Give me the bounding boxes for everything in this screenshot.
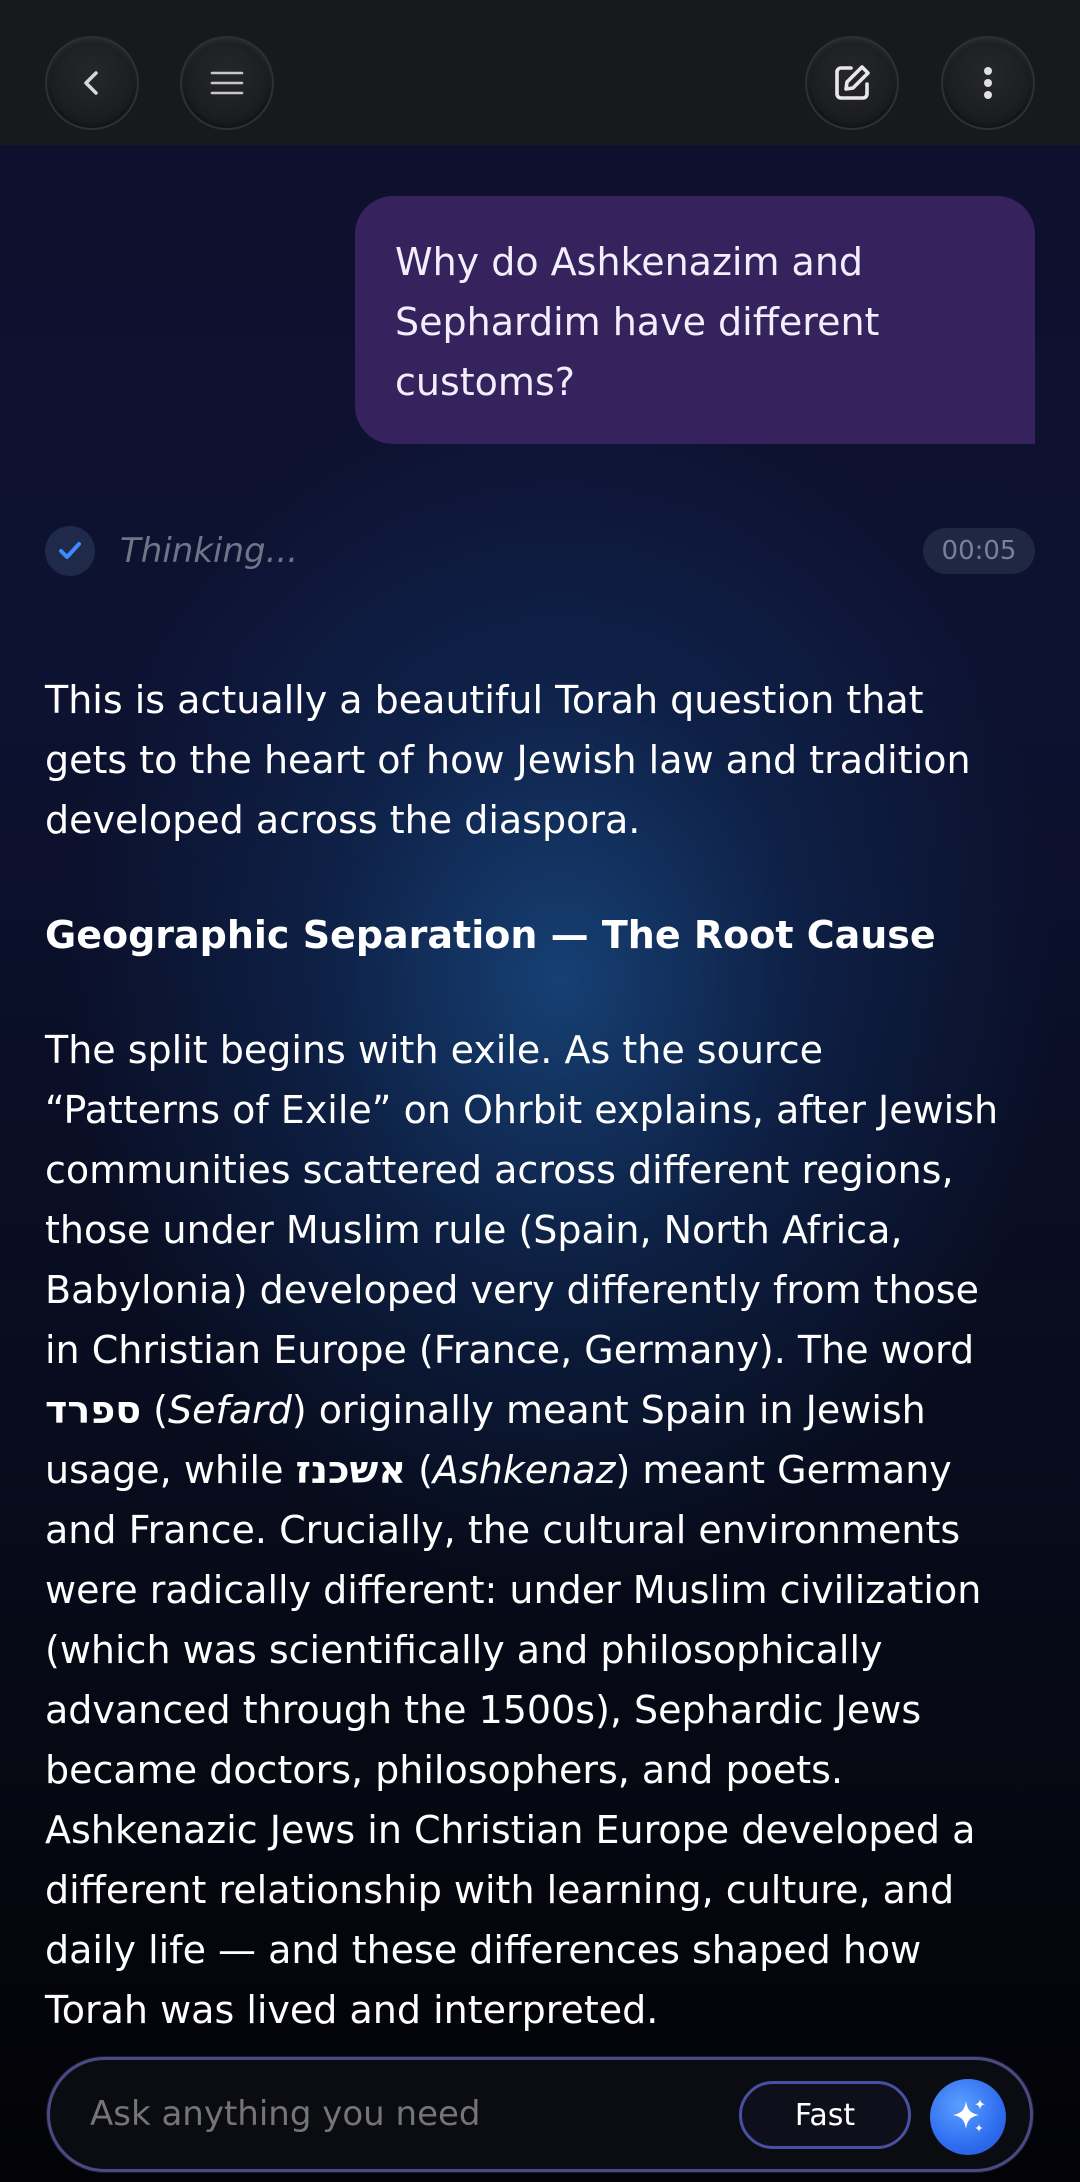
- term-sefard: Sefard: [167, 1388, 292, 1432]
- thinking-indicator[interactable]: Thinking... 00:05: [45, 525, 1035, 577]
- more-vertical-icon: [984, 67, 992, 99]
- answer-body: The split begins with exile. As the sour…: [45, 1020, 1005, 2040]
- top-bar: [0, 0, 1080, 145]
- answer-intro: This is actually a beautiful Torah quest…: [45, 678, 971, 842]
- assistant-answer: This is actually a beautiful Torah quest…: [45, 670, 1005, 2040]
- menu-button[interactable]: [180, 36, 274, 130]
- paren: (: [406, 1448, 433, 1492]
- user-message-text: Why do Ashkenazim and Sephardim have dif…: [395, 240, 880, 404]
- user-message-bubble: Why do Ashkenazim and Sephardim have dif…: [355, 196, 1035, 444]
- chevron-left-icon: [84, 71, 98, 95]
- term-ashkenaz: Ashkenaz: [432, 1448, 616, 1492]
- hamburger-icon: [210, 71, 244, 95]
- hebrew-term-ashkenaz: אשכנז: [295, 1448, 406, 1492]
- check-icon: [59, 542, 81, 559]
- send-button[interactable]: [930, 2079, 1006, 2155]
- mode-label: Fast: [794, 2097, 856, 2133]
- mode-selector-button[interactable]: Fast: [739, 2081, 911, 2149]
- thinking-label: Thinking...: [120, 531, 299, 571]
- paren: (: [141, 1388, 168, 1432]
- status-badge: [45, 526, 95, 576]
- edit-square-icon: [835, 65, 870, 100]
- back-button[interactable]: [45, 36, 139, 130]
- sparkle-icon: [953, 2099, 985, 2132]
- message-composer: Fast: [47, 2057, 1033, 2172]
- answer-heading: Geographic Separation — The Root Cause: [45, 913, 936, 957]
- more-options-button[interactable]: [941, 36, 1035, 130]
- message-input[interactable]: [90, 2094, 730, 2134]
- answer-body-text: ) meant Germany and France. Crucially, t…: [45, 1448, 982, 2032]
- hebrew-term-sefard: ספרד: [45, 1388, 142, 1432]
- elapsed-time-badge: 00:05: [923, 528, 1035, 574]
- new-chat-button[interactable]: [805, 36, 899, 130]
- answer-body-text: The split begins with exile. As the sour…: [45, 1028, 999, 1372]
